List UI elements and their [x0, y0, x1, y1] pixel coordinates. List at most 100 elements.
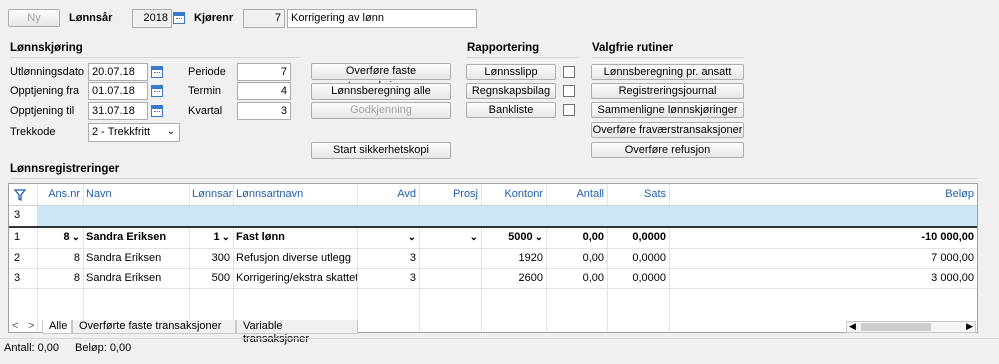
prosj-cell[interactable] — [419, 249, 481, 268]
bankliste-button[interactable]: Bankliste — [466, 102, 556, 118]
prosj-cell[interactable] — [419, 269, 481, 288]
antall-cell[interactable]: 0,00 — [546, 228, 607, 247]
sats-cell[interactable]: 0,0000 — [607, 269, 669, 288]
lonnsslipp-button[interactable]: Lønnsslipp — [466, 64, 556, 80]
navn-cell[interactable]: Sandra Eriksen — [83, 228, 189, 247]
kontonr-cell[interactable]: 1920 — [481, 249, 546, 268]
sammenligne-lonnskjoringer-button[interactable]: Sammenligne lønnskjøringer — [591, 102, 744, 118]
godkjenning-button[interactable]: Godkjenning — [311, 102, 451, 119]
chevron-left-icon[interactable]: < — [12, 320, 18, 333]
periode-field[interactable]: 7 — [237, 63, 291, 81]
opptjening-fra-field[interactable]: 01.07.18 — [88, 82, 148, 100]
kjorenr-field[interactable]: 7 — [243, 9, 285, 28]
lonnskjoring-title: Lønnskjøring — [10, 42, 83, 54]
column-header-sats[interactable]: Sats — [607, 185, 669, 204]
calendar-icon[interactable] — [151, 66, 163, 78]
chevron-down-icon[interactable]: ⌄ — [408, 232, 416, 243]
lonnsart-cell[interactable]: 1 ⌄ — [189, 228, 233, 247]
overfore-fravaerstransaksjoner-button[interactable]: Overføre fraværstransaksjoner — [591, 122, 744, 138]
start-sikkerhetskopi-button[interactable]: Start sikkerhetskopi — [311, 142, 451, 159]
new-button[interactable]: Ny — [8, 9, 60, 27]
avd-cell[interactable]: ⌄ — [357, 228, 419, 247]
lonnsart-cell[interactable]: 500 — [189, 269, 233, 288]
overfore-refusjon-button[interactable]: Overføre refusjon — [591, 142, 744, 158]
table-row[interactable]: 2 8 Sandra Eriksen 300 Refusjon diverse … — [9, 249, 977, 268]
lonnsar-label: Lønnsår — [69, 12, 113, 24]
chevron-down-icon[interactable]: ⌄ — [535, 232, 543, 243]
utlonningsdato-field[interactable]: 20.07.18 — [88, 63, 148, 81]
sats-cell[interactable]: 0,0000 — [607, 228, 669, 247]
scroll-right-icon[interactable]: ▶ — [966, 321, 973, 332]
kvartal-field[interactable]: 3 — [237, 102, 291, 120]
column-header-avd[interactable]: Avd — [357, 185, 419, 204]
table-row[interactable]: 1 8 ⌄ Sandra Eriksen 1 ⌄ Fast lønn ⌄ ⌄ 500… — [9, 228, 977, 248]
calendar-icon[interactable] — [151, 85, 163, 97]
column-header-ansnr[interactable]: Ans.nr — [37, 185, 83, 204]
utlonningsdato-label: Utlønningsdato — [10, 66, 84, 78]
lonnsberegning-pr-ansatt-button[interactable]: Lønnsberegning pr. ansatt — [591, 64, 744, 80]
table-row[interactable]: 3 8 Sandra Eriksen 500 Korrigering/ekstr… — [9, 269, 977, 288]
new-row[interactable]: 3 — [9, 206, 977, 226]
tab-overforte-faste[interactable]: Overførte faste transaksjoner — [72, 320, 236, 334]
lonnsar-field[interactable]: 2018 — [132, 9, 172, 28]
belop-cell[interactable]: 7 000,00 — [669, 249, 977, 268]
lonnsslipp-checkbox[interactable] — [563, 66, 575, 78]
navn-cell[interactable]: Sandra Eriksen — [83, 269, 189, 288]
avd-cell[interactable]: 3 — [357, 249, 419, 268]
regnskapsbilag-checkbox[interactable] — [563, 85, 575, 97]
kontonr-cell[interactable]: 5000 ⌄ — [481, 228, 546, 247]
sats-cell[interactable]: 0,0000 — [607, 249, 669, 268]
lonnsartnavn-cell[interactable]: Korrigering/ekstra skattetrek — [233, 269, 357, 288]
overfore-faste-transaksjoner-button[interactable]: Overføre faste transaksjoner — [311, 63, 451, 92]
opptjening-til-field[interactable]: 31.07.18 — [88, 102, 148, 120]
ansnr-cell[interactable]: 8 — [37, 269, 83, 288]
chevron-down-icon[interactable]: ⌄ — [72, 232, 80, 243]
trekkode-select[interactable]: 2 - Trekkfritt ⌄ — [88, 123, 180, 142]
lonnsberegning-alle-button[interactable]: Lønnsberegning alle — [311, 83, 451, 100]
lonnsartnavn-cell[interactable]: Refusjon diverse utlegg — [233, 249, 357, 268]
belop-cell[interactable]: 3 000,00 — [669, 269, 977, 288]
lonnsartnavn-cell[interactable]: Fast lønn — [233, 228, 357, 247]
prosj-cell[interactable]: ⌄ — [419, 228, 481, 247]
kontonr-cell[interactable]: 2600 — [481, 269, 546, 288]
horizontal-scrollbar[interactable]: ◀ ▶ — [846, 321, 976, 333]
kvartal-label: Kvartal — [188, 105, 223, 117]
grid-header: Ans.nr Navn Lønnsart Lønnsartnavn Avd Pr… — [9, 185, 977, 205]
scroll-left-icon[interactable]: ◀ — [849, 321, 856, 332]
rapportering-divider — [467, 57, 579, 58]
belop-cell[interactable]: -10 000,00 — [669, 228, 977, 247]
ansnr-cell[interactable]: 8 — [37, 249, 83, 268]
trekkode-value: 2 - Trekkfritt — [92, 126, 151, 138]
column-header-lonnsartnavn[interactable]: Lønnsartnavn — [233, 185, 357, 204]
column-header-lonnsart[interactable]: Lønnsart — [189, 185, 233, 204]
chevron-down-icon: ⌄ — [166, 126, 175, 137]
column-header-belop[interactable]: Beløp — [669, 185, 977, 204]
navn-cell[interactable]: Sandra Eriksen — [83, 249, 189, 268]
column-header-navn[interactable]: Navn — [83, 185, 189, 204]
chevron-down-icon[interactable]: ⌄ — [222, 232, 230, 243]
column-header-prosj[interactable]: Prosj — [419, 185, 481, 204]
registreringsjournal-button[interactable]: Registreringsjournal — [591, 83, 744, 99]
calendar-icon[interactable] — [151, 105, 163, 117]
antall-cell[interactable]: 0,00 — [546, 249, 607, 268]
antall-cell[interactable]: 0,00 — [546, 269, 607, 288]
chevron-down-icon[interactable]: ⌄ — [470, 232, 478, 243]
regnskapsbilag-button[interactable]: Regnskapsbilag — [466, 83, 556, 99]
row-divider — [9, 288, 977, 289]
calendar-icon[interactable] — [173, 12, 185, 24]
valgfrie-rutiner-divider — [592, 57, 744, 58]
termin-field[interactable]: 4 — [237, 82, 291, 100]
column-header-kontonr[interactable]: Kontonr — [481, 185, 546, 204]
scrollbar-thumb[interactable] — [861, 323, 931, 331]
avd-cell[interactable]: 3 — [357, 269, 419, 288]
lonnsart-cell[interactable]: 300 — [189, 249, 233, 268]
column-header-antall[interactable]: Antall — [546, 185, 607, 204]
bankliste-checkbox[interactable] — [563, 104, 575, 116]
kjorenr-description-field[interactable]: Korrigering av lønn — [287, 9, 477, 28]
tab-variable-transaksjoner[interactable]: Variable transaksjoner — [236, 320, 358, 345]
filter-icon[interactable] — [11, 185, 35, 204]
chevron-right-icon[interactable]: > — [28, 320, 34, 333]
registrations-grid[interactable]: Ans.nr Navn Lønnsart Lønnsartnavn Avd Pr… — [8, 183, 978, 333]
ansnr-cell[interactable]: 8 ⌄ — [37, 228, 83, 247]
tab-alle[interactable]: Alle — [42, 320, 72, 334]
